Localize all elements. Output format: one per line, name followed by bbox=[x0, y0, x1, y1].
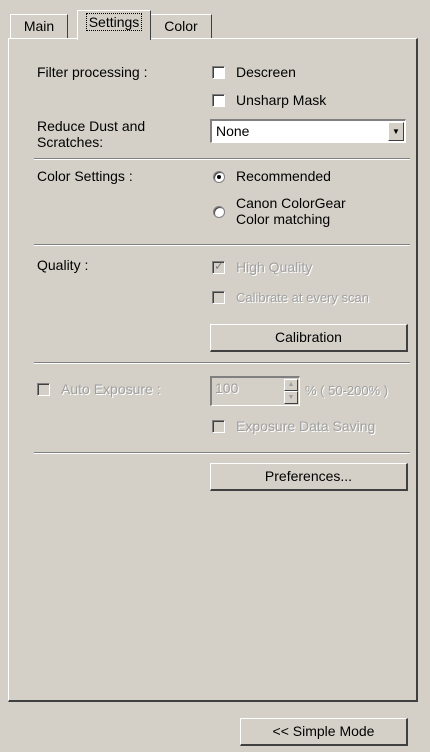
colorgear-radio[interactable] bbox=[213, 206, 225, 218]
separator bbox=[34, 452, 410, 454]
recommended-label: Recommended bbox=[236, 168, 331, 184]
exposure-value-input[interactable]: 100 ▲ ▼ bbox=[210, 376, 300, 406]
tab-settings[interactable]: Settings bbox=[77, 10, 151, 40]
radio-selected-dot-icon bbox=[217, 175, 221, 179]
exposure-value: 100 bbox=[215, 380, 239, 396]
calibration-button[interactable]: Calibration bbox=[210, 324, 408, 352]
descreen-label: Descreen bbox=[236, 64, 296, 80]
reduce-dust-value: None bbox=[216, 123, 250, 139]
reduce-dust-select[interactable]: None ▼ bbox=[210, 119, 406, 143]
high-quality-label: High Quality bbox=[236, 259, 313, 275]
auto-exposure-label: Auto Exposure : bbox=[61, 381, 161, 397]
tab-main-label: Main bbox=[23, 18, 55, 34]
separator bbox=[34, 244, 410, 246]
tab-main[interactable]: Main bbox=[10, 14, 68, 39]
simple-mode-button[interactable]: << Simple Mode bbox=[240, 718, 408, 746]
dropdown-arrow-icon[interactable]: ▼ bbox=[388, 122, 404, 141]
unsharp-mask-label: Unsharp Mask bbox=[236, 92, 327, 108]
recommended-radio[interactable] bbox=[213, 171, 225, 183]
spin-up-icon[interactable]: ▲ bbox=[284, 379, 298, 391]
filter-processing-label: Filter processing : bbox=[37, 64, 148, 80]
reduce-dust-label: Reduce Dust and Scratches: bbox=[37, 118, 146, 150]
exposure-data-saving-label: Exposure Data Saving bbox=[236, 418, 376, 434]
spin-down-icon[interactable]: ▼ bbox=[284, 391, 298, 404]
check-mark-icon: ✓ bbox=[214, 259, 225, 273]
calibrate-checkbox[interactable] bbox=[212, 291, 225, 304]
separator bbox=[34, 158, 410, 160]
unsharp-mask-checkbox[interactable] bbox=[212, 94, 225, 107]
tab-color-label: Color bbox=[164, 18, 198, 34]
colorgear-label: Canon ColorGear Color matching bbox=[236, 195, 346, 227]
calibrate-label: Calibrate at every scan bbox=[236, 290, 369, 305]
color-settings-label: Color Settings : bbox=[37, 168, 133, 184]
tab-color[interactable]: Color bbox=[150, 14, 212, 39]
calibration-button-label: Calibration bbox=[275, 329, 342, 345]
separator bbox=[34, 362, 410, 364]
quality-label: Quality : bbox=[37, 257, 89, 273]
auto-exposure-checkbox[interactable] bbox=[37, 383, 50, 396]
tab-settings-label: Settings bbox=[85, 13, 143, 31]
high-quality-checkbox[interactable]: ✓ bbox=[212, 259, 225, 274]
exposure-data-saving-checkbox[interactable] bbox=[212, 420, 225, 433]
simple-mode-button-label: << Simple Mode bbox=[272, 723, 375, 739]
exposure-range-label: % ( 50-200% ) bbox=[305, 383, 389, 398]
preferences-button[interactable]: Preferences... bbox=[210, 463, 408, 491]
preferences-button-label: Preferences... bbox=[264, 468, 353, 484]
descreen-checkbox[interactable] bbox=[212, 66, 225, 79]
